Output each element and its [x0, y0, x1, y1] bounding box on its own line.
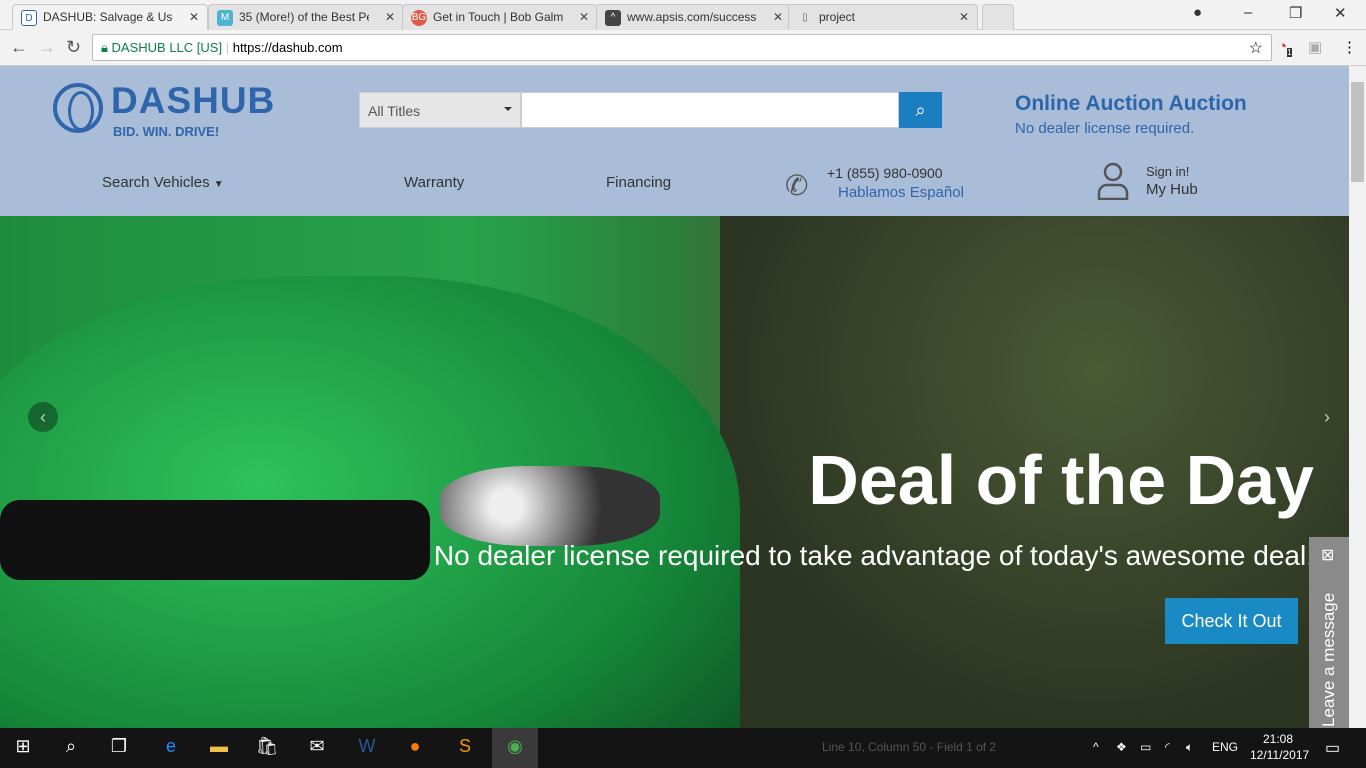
tab-bob-galmarini[interactable]: BG Get in Touch | Bob Galma ✕ — [402, 4, 598, 30]
windows-taskbar: ⊞ ⌕ ❐ e ▬ 🛍︎ ✉ W ● S ◉ Line 10, Column 5… — [0, 728, 1366, 768]
user-icon[interactable] — [1097, 162, 1129, 200]
caret-down-icon: ▼ — [213, 179, 224, 190]
store-icon[interactable]: 🛍︎ — [252, 736, 282, 757]
sign-in-link[interactable]: Sign in! — [1146, 164, 1189, 179]
logo-icon — [53, 83, 103, 133]
tab-label: Get in Touch | Bob Galma — [433, 10, 563, 24]
close-tab-icon[interactable]: ✕ — [189, 10, 199, 24]
document-favicon-icon: ▯ — [802, 12, 808, 23]
address-bar: ← → ↻ 🔒︎ DASHUB LLC [US] | https://dashu… — [0, 30, 1366, 66]
sublime-text-icon[interactable]: S — [450, 736, 480, 757]
auction-subtitle: No dealer license required. — [1015, 120, 1195, 137]
close-icon[interactable]: ⊠ — [1321, 545, 1334, 565]
clock-date[interactable]: 12/11/2017 — [1250, 748, 1309, 762]
leave-message-label: Leave a message — [1319, 592, 1338, 727]
battery-icon[interactable]: ▭ — [1140, 740, 1151, 754]
m-favicon-icon: M — [217, 10, 233, 26]
dashub-favicon-icon: D — [21, 10, 37, 26]
close-tab-icon[interactable]: ✕ — [959, 10, 969, 24]
minimize-button[interactable]: – — [1244, 4, 1252, 21]
close-tab-icon[interactable]: ✕ — [773, 10, 783, 24]
file-explorer-icon[interactable]: ▬ — [204, 736, 234, 757]
title-filter-select[interactable]: All Titles — [359, 92, 521, 128]
search-input[interactable] — [521, 92, 899, 128]
restore-button[interactable]: ❐ — [1289, 4, 1302, 22]
reload-button[interactable]: ↻ — [66, 37, 81, 58]
bg-favicon-icon: BG — [411, 10, 427, 26]
pdf-extension-icon[interactable]: ▣ — [1308, 38, 1322, 56]
close-tab-icon[interactable]: ✕ — [385, 10, 395, 24]
logo-tagline: BID. WIN. DRIVE! — [113, 124, 220, 139]
carousel-next-button[interactable]: › — [1312, 402, 1342, 432]
language-indicator[interactable]: ENG — [1212, 740, 1238, 754]
leave-message-widget[interactable]: ⊠ Leave a message — [1309, 537, 1349, 728]
extension-icon[interactable]: ◔1 — [1278, 38, 1292, 57]
new-tab-button[interactable] — [982, 4, 1014, 30]
page-scrollbar[interactable] — [1349, 66, 1366, 728]
extension-badge: 1 — [1287, 48, 1292, 57]
url-text: https://dashub.com — [232, 40, 343, 55]
lock-icon: 🔒︎ — [101, 40, 112, 55]
tab-project[interactable]: ▯ project ✕ — [788, 4, 978, 30]
tab-best-pe[interactable]: M 35 (More!) of the Best Pe ✕ — [208, 4, 404, 30]
clock-time[interactable]: 21:08 — [1263, 732, 1293, 746]
carousel-prev-button[interactable]: ‹ — [28, 402, 58, 432]
dropbox-icon[interactable]: ❖ — [1116, 740, 1127, 754]
chrome-icon[interactable]: ◉ — [492, 728, 538, 768]
forward-button[interactable]: → — [38, 37, 56, 58]
tab-apsis[interactable]: ^ www.apsis.com/success- ✕ — [596, 4, 792, 30]
phone-number[interactable]: +1 (855) 980-0900 — [827, 165, 943, 181]
car-grille — [0, 500, 430, 580]
tray-overflow-icon[interactable]: ^ — [1093, 740, 1099, 754]
tab-label: 35 (More!) of the Best Pe — [239, 10, 369, 24]
spanish-link[interactable]: Hablamos Español — [838, 184, 964, 201]
volume-icon[interactable]: 🔈︎ — [1186, 740, 1193, 755]
warranty-link[interactable]: Warranty — [404, 174, 464, 191]
word-icon[interactable]: W — [352, 736, 382, 757]
close-tab-icon[interactable]: ✕ — [579, 10, 589, 24]
tab-strip: D DASHUB: Salvage & Used ✕ M 35 (More!) of … — [0, 0, 1366, 30]
tab-dashub[interactable]: D DASHUB: Salvage & Used ✕ — [12, 4, 208, 30]
financing-link[interactable]: Financing — [606, 174, 671, 191]
search-icon: ⌕ — [915, 100, 926, 120]
bookmark-star-icon[interactable]: ☆ — [1249, 38, 1263, 58]
menu-label: Search Vehicles — [102, 174, 210, 191]
phone-icon: ✆ — [785, 170, 809, 201]
back-button[interactable]: ← — [10, 37, 28, 58]
url-input[interactable]: 🔒︎ DASHUB LLC [US] | https://dashub.com ☆ — [92, 34, 1272, 61]
apsis-favicon-icon: ^ — [605, 10, 621, 26]
auction-title: Online Auction Auction — [1015, 92, 1247, 115]
secure-label: DASHUB LLC [US] — [111, 40, 223, 55]
tab-label: project — [819, 10, 856, 24]
start-button-icon[interactable]: ⊞ — [8, 736, 38, 757]
tab-label: DASHUB: Salvage & Used — [43, 10, 173, 24]
wifi-icon[interactable]: ◜ — [1165, 740, 1170, 754]
action-center-icon[interactable]: ▭ — [1325, 738, 1340, 758]
mail-icon[interactable]: ✉ — [302, 736, 332, 757]
my-hub-link[interactable]: My Hub — [1146, 181, 1198, 198]
search-icon[interactable]: ⌕ — [56, 736, 86, 757]
menu-icon[interactable]: ⋮ — [1342, 38, 1357, 56]
hero-title: Deal of the Day — [808, 441, 1314, 519]
task-view-icon[interactable]: ❐ — [104, 736, 134, 757]
firefox-icon[interactable]: ● — [400, 736, 430, 757]
search-button[interactable]: ⌕ — [899, 92, 942, 128]
auction-banner: Online Auction Auction No dealer license … — [1015, 92, 1247, 137]
tab-label: www.apsis.com/success- — [627, 10, 757, 24]
close-window-button[interactable]: ✕ — [1334, 4, 1347, 22]
check-it-out-button[interactable]: Check It Out — [1165, 598, 1298, 644]
edge-icon[interactable]: e — [156, 736, 186, 757]
hero-subtitle: No dealer license required to take advan… — [433, 540, 1314, 571]
search-vehicles-menu[interactable]: Search Vehicles ▼ — [102, 174, 224, 191]
background-window-status: Line 10, Column 50 - Field 1 of 2 — [822, 740, 997, 754]
car-headlight — [440, 466, 660, 546]
logo-name: DASHUB — [111, 80, 276, 121]
title-filter-value: All Titles — [368, 103, 421, 119]
site-header: DASHUB BID. WIN. DRIVE! All Titles ⌕ Onli… — [0, 66, 1349, 216]
caret-down-icon — [504, 107, 512, 115]
scrollbar-thumb[interactable] — [1351, 82, 1364, 182]
profile-icon[interactable]: ● — [1193, 4, 1202, 21]
